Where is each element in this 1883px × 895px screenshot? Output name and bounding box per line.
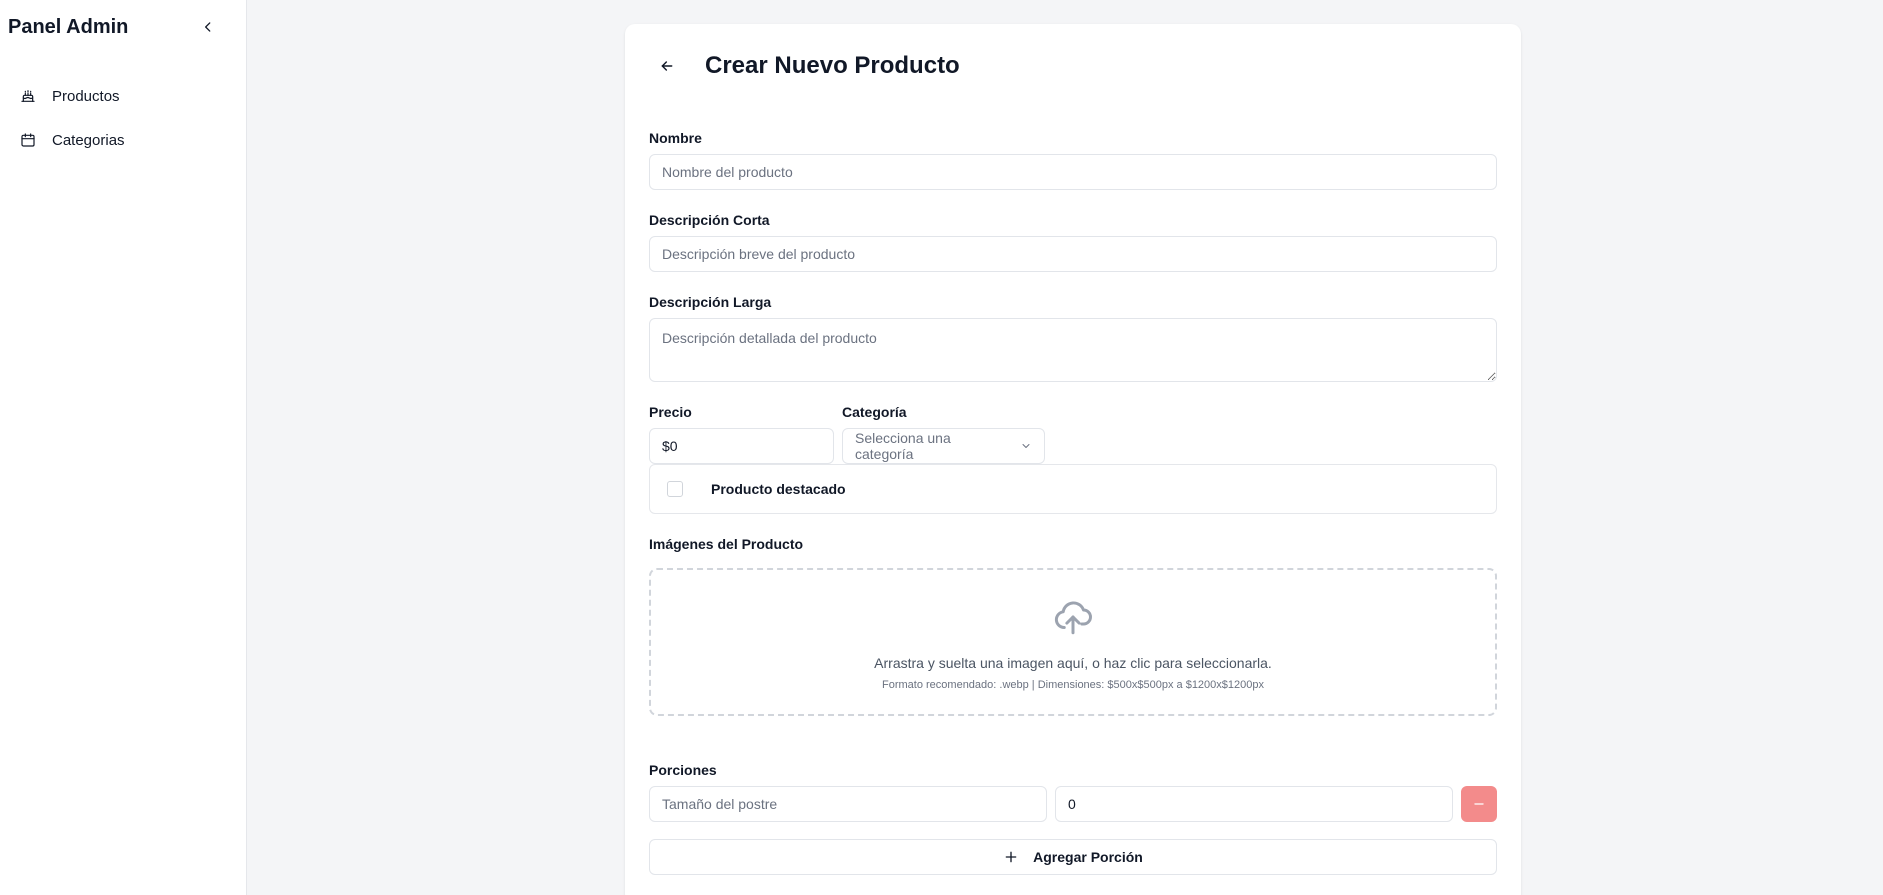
sidebar: Panel Admin Productos Categorias bbox=[0, 0, 247, 895]
category-label: Categoría bbox=[842, 404, 907, 420]
remove-portion-button[interactable] bbox=[1461, 786, 1497, 822]
plus-icon bbox=[1003, 849, 1019, 865]
long-description-textarea[interactable] bbox=[649, 318, 1497, 382]
portion-size-input[interactable] bbox=[649, 786, 1047, 822]
arrow-left-icon bbox=[661, 61, 673, 71]
sidebar-item-label: Categorias bbox=[52, 131, 125, 149]
category-selected-value: Selecciona una categoría bbox=[855, 430, 951, 462]
cake-icon bbox=[20, 88, 36, 104]
sidebar-item-categorias[interactable]: Categorias bbox=[0, 118, 246, 162]
page-title: Crear Nuevo Producto bbox=[705, 52, 960, 79]
long-description-label: Descripción Larga bbox=[649, 294, 772, 310]
product-form-card: Crear Nuevo Producto Nombre Descripción … bbox=[625, 24, 1521, 895]
minus-icon bbox=[1474, 803, 1484, 805]
short-description-input[interactable] bbox=[649, 236, 1497, 272]
featured-checkbox[interactable] bbox=[667, 481, 683, 497]
images-label: Imágenes del Producto bbox=[649, 536, 804, 552]
sidebar-nav: Productos Categorias bbox=[0, 74, 246, 162]
sidebar-item-label: Productos bbox=[52, 87, 120, 105]
portions-label: Porciones bbox=[649, 762, 717, 778]
dropzone-format-hint: Formato recomendado: .webp | Dimensiones… bbox=[882, 679, 1264, 691]
back-button[interactable] bbox=[649, 50, 685, 82]
image-dropzone[interactable]: Arrastra y suelta una imagen aquí, o haz… bbox=[649, 568, 1497, 716]
price-input[interactable] bbox=[649, 428, 834, 464]
name-label: Nombre bbox=[649, 130, 702, 146]
brand-title: Panel Admin bbox=[8, 15, 129, 38]
add-portion-button[interactable]: Agregar Porción bbox=[649, 839, 1497, 875]
short-description-label: Descripción Corta bbox=[649, 212, 770, 228]
dropzone-text: Arrastra y suelta una imagen aquí, o haz… bbox=[874, 655, 1272, 671]
portion-quantity-input[interactable] bbox=[1055, 786, 1453, 822]
category-select[interactable]: Selecciona una categoría bbox=[842, 428, 1045, 464]
cloud-upload-icon bbox=[1050, 596, 1096, 643]
chevron-left-icon bbox=[205, 22, 211, 32]
form-header: Crear Nuevo Producto bbox=[649, 50, 960, 82]
calendar-icon bbox=[20, 132, 36, 148]
sidebar-collapse-button[interactable] bbox=[198, 17, 218, 37]
featured-label: Producto destacado bbox=[711, 481, 846, 497]
price-label: Precio bbox=[649, 404, 692, 420]
name-input[interactable] bbox=[649, 154, 1497, 190]
chevron-down-icon bbox=[1020, 440, 1032, 452]
add-portion-label: Agregar Porción bbox=[1033, 849, 1143, 865]
featured-option: Producto destacado bbox=[649, 464, 1497, 514]
sidebar-item-productos[interactable]: Productos bbox=[0, 74, 246, 118]
sidebar-header: Panel Admin bbox=[0, 0, 246, 54]
